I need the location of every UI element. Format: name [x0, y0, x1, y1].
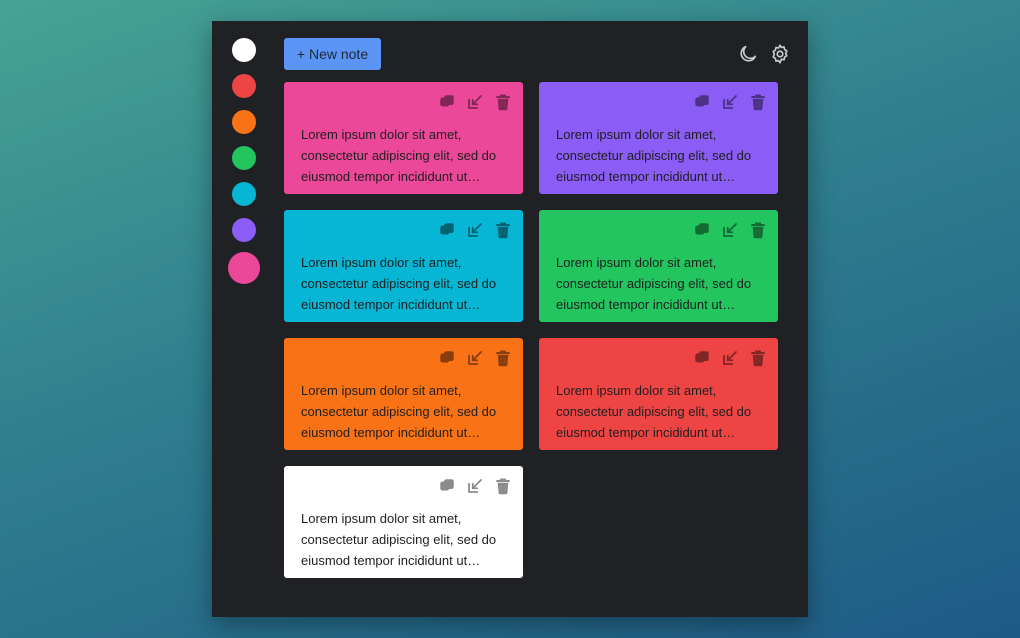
trash-icon[interactable]	[749, 221, 767, 239]
note-actions	[693, 221, 767, 239]
note-actions	[693, 349, 767, 367]
color-swatch-red[interactable]	[232, 74, 256, 98]
color-palette	[228, 38, 260, 296]
note-card[interactable]: Lorem ipsum dolor sit amet, consectetur …	[284, 82, 523, 194]
note-actions	[438, 93, 512, 111]
note-card[interactable]: Lorem ipsum dolor sit amet, consectetur …	[284, 338, 523, 450]
note-actions	[693, 93, 767, 111]
expand-icon[interactable]	[466, 93, 484, 111]
copy-icon[interactable]	[438, 349, 456, 367]
copy-icon[interactable]	[693, 349, 711, 367]
note-text: Lorem ipsum dolor sit amet, consectetur …	[301, 511, 497, 568]
note-text: Lorem ipsum dolor sit amet, consectetur …	[301, 383, 497, 440]
note-card[interactable]: Lorem ipsum dolor sit amet, consectetur …	[539, 338, 778, 450]
trash-icon[interactable]	[749, 93, 767, 111]
color-swatch-cyan[interactable]	[232, 182, 256, 206]
expand-icon[interactable]	[466, 349, 484, 367]
note-card[interactable]: Lorem ipsum dolor sit amet, consectetur …	[539, 210, 778, 322]
trash-icon[interactable]	[494, 349, 512, 367]
copy-icon[interactable]	[693, 221, 711, 239]
color-swatch-purple[interactable]	[232, 218, 256, 242]
note-actions	[438, 349, 512, 367]
note-actions	[438, 477, 512, 495]
expand-icon[interactable]	[721, 349, 739, 367]
note-text: Lorem ipsum dolor sit amet, consectetur …	[301, 255, 497, 312]
note-card[interactable]: Lorem ipsum dolor sit amet, consectetur …	[284, 210, 523, 322]
color-swatch-green[interactable]	[232, 146, 256, 170]
note-card[interactable]: Lorem ipsum dolor sit amet, consectetur …	[539, 82, 778, 194]
trash-icon[interactable]	[749, 349, 767, 367]
trash-icon[interactable]	[494, 221, 512, 239]
color-swatch-white[interactable]	[232, 38, 256, 62]
expand-icon[interactable]	[466, 221, 484, 239]
note-text: Lorem ipsum dolor sit amet, consectetur …	[556, 127, 752, 184]
toolbar-icons	[737, 43, 791, 65]
note-text: Lorem ipsum dolor sit amet, consectetur …	[556, 383, 752, 440]
copy-icon[interactable]	[438, 221, 456, 239]
notes-app-window: + New note Lorem ipsum dolor sit amet, c…	[212, 21, 808, 617]
note-card[interactable]: Lorem ipsum dolor sit amet, consectetur …	[284, 466, 523, 578]
note-text: Lorem ipsum dolor sit amet, consectetur …	[301, 127, 497, 184]
expand-icon[interactable]	[721, 221, 739, 239]
note-text: Lorem ipsum dolor sit amet, consectetur …	[556, 255, 752, 312]
expand-icon[interactable]	[721, 93, 739, 111]
trash-icon[interactable]	[494, 477, 512, 495]
trash-icon[interactable]	[494, 93, 512, 111]
color-swatch-pink[interactable]	[228, 252, 260, 284]
note-actions	[438, 221, 512, 239]
moon-icon[interactable]	[737, 43, 759, 65]
new-note-button[interactable]: + New note	[284, 38, 381, 70]
gear-icon[interactable]	[769, 43, 791, 65]
expand-icon[interactable]	[466, 477, 484, 495]
copy-icon[interactable]	[438, 93, 456, 111]
copy-icon[interactable]	[438, 477, 456, 495]
color-swatch-orange[interactable]	[232, 110, 256, 134]
copy-icon[interactable]	[693, 93, 711, 111]
